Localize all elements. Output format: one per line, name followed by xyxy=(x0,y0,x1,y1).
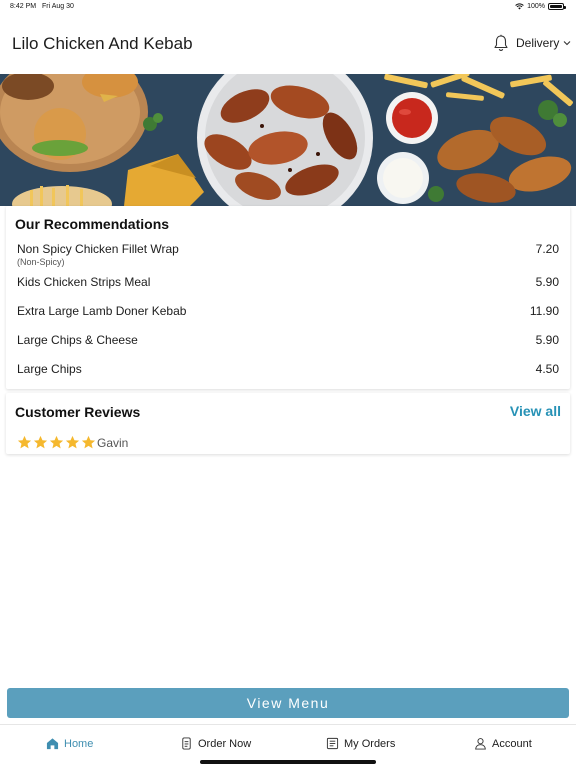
item-name: Non Spicy Chicken Fillet Wrap xyxy=(17,242,179,256)
recommendations-title: Our Recommendations xyxy=(15,216,170,232)
home-icon xyxy=(46,738,59,750)
bell-icon[interactable] xyxy=(493,34,509,52)
star-icon xyxy=(81,435,96,449)
reviews-title: Customer Reviews xyxy=(15,404,141,420)
user-icon xyxy=(475,738,486,750)
tab-label: Home xyxy=(64,737,94,750)
tab-my-orders[interactable]: My Orders xyxy=(326,737,395,750)
item-price: 7.20 xyxy=(535,242,559,256)
item-price: 5.90 xyxy=(535,275,559,289)
tab-label: Order Now xyxy=(198,737,252,750)
hero-food-image xyxy=(0,74,576,206)
star-rating xyxy=(17,435,96,450)
reviews-card: Customer Reviews View all Gavin xyxy=(6,393,570,454)
item-name: Extra Large Lamb Doner Kebab xyxy=(17,304,187,318)
star-icon xyxy=(17,435,32,449)
item-note: (Non-Spicy) xyxy=(17,257,65,267)
item-price: 5.90 xyxy=(535,333,559,347)
tab-label: My Orders xyxy=(344,737,396,750)
status-bar: 8:42 PM Fri Aug 30 100% xyxy=(0,0,576,14)
page-title: Lilo Chicken And Kebab xyxy=(12,34,193,53)
view-menu-button[interactable]: View Menu xyxy=(7,688,569,718)
item-name: Large Chips xyxy=(17,362,82,376)
item-name: Kids Chicken Strips Meal xyxy=(17,275,151,289)
order-icon xyxy=(182,737,191,750)
tab-label: Account xyxy=(492,737,532,750)
delivery-mode-dropdown[interactable]: Delivery xyxy=(516,36,571,50)
recommendations-card: Our Recommendations Non Spicy Chicken Fi… xyxy=(6,206,570,389)
item-name: Large Chips & Cheese xyxy=(17,333,138,347)
chevron-down-icon xyxy=(563,41,571,46)
item-price: 11.90 xyxy=(529,304,559,318)
item-price: 4.50 xyxy=(535,362,559,376)
receipt-icon xyxy=(326,737,339,750)
status-indicators: 100% xyxy=(515,3,566,10)
recommendation-item[interactable]: Non Spicy Chicken Fillet Wrap (Non-Spicy… xyxy=(17,242,559,267)
tab-order-now[interactable]: Order Now xyxy=(180,737,251,750)
wifi-icon xyxy=(515,3,524,10)
star-icon xyxy=(33,435,48,449)
app-header: Lilo Chicken And Kebab Delivery xyxy=(0,14,576,74)
battery-percent: 100% xyxy=(527,3,545,10)
battery-icon xyxy=(548,3,566,10)
reviewer-name: Gavin xyxy=(97,436,129,450)
status-time: 8:42 PM xyxy=(10,3,37,10)
recommendation-item[interactable]: Extra Large Lamb Doner Kebab 11.90 xyxy=(17,304,559,322)
tab-account[interactable]: Account xyxy=(474,737,532,750)
recommendation-item[interactable]: Kids Chicken Strips Meal 5.90 xyxy=(17,275,559,293)
recommendation-item[interactable]: Large Chips 4.50 xyxy=(17,362,559,380)
delivery-mode-label: Delivery xyxy=(516,36,560,50)
star-icon xyxy=(65,435,80,449)
star-icon xyxy=(49,435,64,449)
view-all-reviews-link[interactable]: View all xyxy=(510,403,561,419)
tab-home[interactable]: Home xyxy=(46,737,93,750)
home-indicator xyxy=(200,760,376,764)
status-date: Fri Aug 30 xyxy=(42,3,74,10)
recommendation-item[interactable]: Large Chips & Cheese 5.90 xyxy=(17,333,559,351)
